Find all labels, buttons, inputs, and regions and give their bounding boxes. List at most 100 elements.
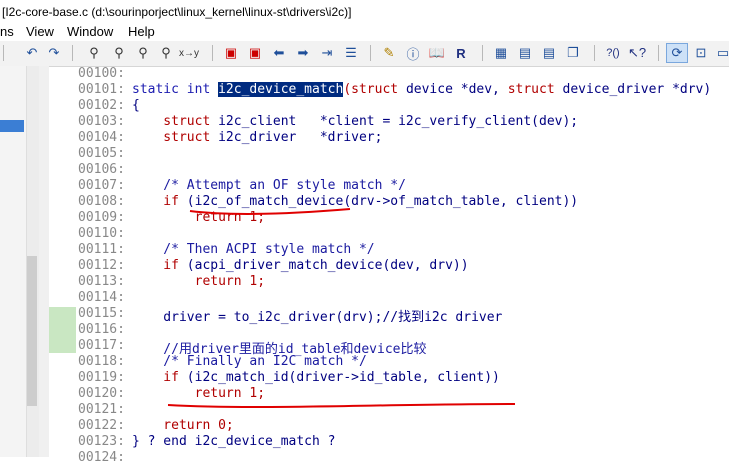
toolbar-separator [72, 45, 73, 61]
code-line: 00102: { [0, 98, 729, 114]
line-number: 00118: [78, 354, 125, 369]
selected-symbol-name: i2c_device_match [218, 82, 344, 97]
line-number: 00113: [78, 274, 125, 289]
line-number: 00100: [78, 66, 125, 81]
help-icon[interactable]: ↖? [628, 44, 646, 62]
menu-item-ns[interactable]: ns [0, 24, 14, 39]
code-line: 00100: [0, 66, 729, 82]
code-line: 00117: //用driver里面的id_table和device比较 [0, 338, 729, 357]
line-number: 00114: [78, 290, 125, 305]
code-line: 00110: [0, 226, 729, 242]
toolbar-separator [594, 45, 595, 61]
code-line: 00123: } ? end i2c_device_match ? [0, 434, 729, 450]
code-line: 00109: return 1; [0, 210, 729, 226]
code-line: 00124: [0, 450, 729, 466]
sync-icon[interactable]: ⟳ [666, 43, 688, 63]
code-line: 00119: if (i2c_match_id(driver->id_table… [0, 370, 729, 386]
code-line: 00106: [0, 162, 729, 178]
code-line: 00111: /* Then ACPI style match */ [0, 242, 729, 258]
line-number: 00110: [78, 226, 125, 241]
find-next-icon[interactable]: ⚲ [110, 44, 128, 62]
menu-item-help[interactable]: Help [128, 24, 155, 39]
code-text: if (i2c_match_id(driver->id_table, clien… [132, 370, 500, 385]
line-number: 00107: [78, 178, 125, 193]
code-line: 00116: [0, 322, 729, 338]
code-line: 00112: if (acpi_driver_match_device(dev,… [0, 258, 729, 274]
code-line: 00103: struct i2c_client *client = i2c_v… [0, 114, 729, 130]
line-number: 00112: [78, 258, 125, 273]
line-number: 00101: [78, 82, 125, 97]
line-number: 00111: [78, 242, 125, 257]
replace-icon[interactable]: ⚲ [157, 44, 175, 62]
code-text: return 1; [132, 386, 266, 401]
layout3-icon[interactable]: ▤ [540, 44, 558, 62]
line-number: 00108: [78, 194, 125, 209]
window-list-icon[interactable]: ▭ [714, 44, 729, 62]
info-icon[interactable]: ⓘ [404, 44, 422, 62]
code-text: { [132, 98, 140, 113]
bookmark-icon[interactable]: ▣ [222, 44, 240, 62]
line-number: 00117: [78, 338, 125, 353]
line-number: 00121: [78, 402, 125, 417]
toolbar-separator [658, 45, 659, 61]
code-text: return 1; [132, 274, 266, 289]
menu-item-window[interactable]: Window [67, 24, 113, 39]
forward-icon[interactable]: ➡ [294, 44, 312, 62]
window-title: [I2c-core-base.c (d:\sourinporject\linux… [2, 5, 352, 19]
line-number: 00124: [78, 450, 125, 465]
code-line: 00113: return 1; [0, 274, 729, 290]
layout2-icon[interactable]: ▤ [516, 44, 534, 62]
line-number: 00119: [78, 370, 125, 385]
undo-icon[interactable]: ↶ [23, 44, 41, 62]
line-number: 00120: [78, 386, 125, 401]
back-icon[interactable]: ⬅ [270, 44, 288, 62]
overview-icon[interactable]: ⊡ [692, 44, 710, 62]
code-line: 00122: return 0; [0, 418, 729, 434]
code-line: 00108: if (i2c_of_match_device(drv->of_m… [0, 194, 729, 210]
window-icon[interactable]: ❐ [564, 44, 582, 62]
code-comment: /* Attempt an OF style match */ [132, 178, 406, 193]
symbol-icon[interactable]: ✎ [380, 44, 398, 62]
code-line: 00104: struct i2c_driver *driver; [0, 130, 729, 146]
relation-icon[interactable]: R [452, 44, 470, 62]
jump-list-icon[interactable]: ☰ [342, 44, 360, 62]
code-line: 00121: [0, 402, 729, 418]
menu-bar: ns View Window Help [0, 24, 729, 41]
line-number: 00102: [78, 98, 125, 113]
code-text: return 1; [132, 210, 266, 225]
code-line: 00118: /* Finally an I2C match */ [0, 354, 729, 370]
book-icon[interactable]: 📖 [428, 44, 446, 62]
line-number: 00122: [78, 418, 125, 433]
bookmark-next-icon[interactable]: ▣ [246, 44, 264, 62]
find-prev-icon[interactable]: ⚲ [134, 44, 152, 62]
code-text: struct i2c_driver *driver; [132, 130, 383, 145]
code-text: return 0; [132, 418, 234, 433]
code-line: 00120: return 1; [0, 386, 729, 402]
line-number: 00115: [78, 306, 125, 321]
line-number: 00106: [78, 162, 125, 177]
redo-icon[interactable]: ↷ [45, 44, 63, 62]
code-text: static int i2c_device_match(struct devic… [132, 82, 712, 97]
code-line: 00107: /* Attempt an OF style match */ [0, 178, 729, 194]
code-comment: /* Finally an I2C match */ [132, 354, 367, 369]
replace-all-icon[interactable]: x→y [179, 44, 199, 62]
line-number: 00104: [78, 130, 125, 145]
code-text: if (i2c_of_match_device(drv->of_match_ta… [132, 194, 579, 209]
line-number: 00116: [78, 322, 125, 337]
code-line: 00105: [0, 146, 729, 162]
title-bar: [I2c-core-base.c (d:\sourinporject\linux… [0, 0, 729, 24]
line-number: 00109: [78, 210, 125, 225]
toolbar-separator [370, 45, 371, 61]
lookup-icon[interactable]: ?() [604, 44, 622, 62]
line-number: 00105: [78, 146, 125, 161]
code-text: } ? end i2c_device_match ? [132, 434, 336, 449]
jump-icon[interactable]: ⇥ [318, 44, 336, 62]
toolbar: ↶ ↷ ⚲ ⚲ ⚲ ⚲ x→y ▣ ▣ ⬅ ➡ ⇥ ☰ ✎ ⓘ 📖 R ▦ ▤ … [0, 41, 729, 67]
toolbar-separator [212, 45, 213, 61]
code-text: if (acpi_driver_match_device(dev, drv)) [132, 258, 469, 273]
code-comment: /* Then ACPI style match */ [132, 242, 375, 257]
line-number: 00123: [78, 434, 125, 449]
find-icon[interactable]: ⚲ [85, 44, 103, 62]
layout1-icon[interactable]: ▦ [492, 44, 510, 62]
menu-item-view[interactable]: View [26, 24, 54, 39]
